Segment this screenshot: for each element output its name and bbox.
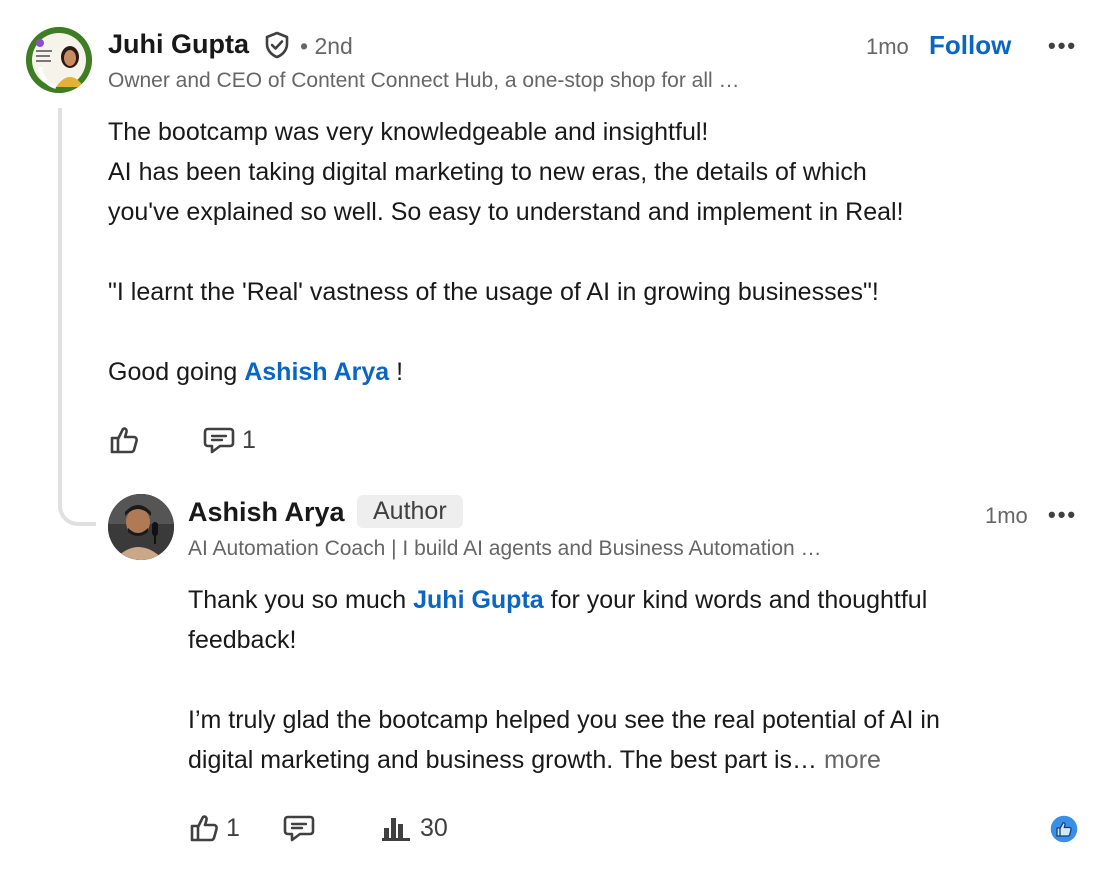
like-icon [190,815,218,842]
reply-author-name[interactable]: Ashish Arya [188,497,345,528]
like-icon[interactable] [108,424,140,461]
comment-more-icon[interactable]: ••• [1048,33,1077,59]
juhi-avatar[interactable] [26,27,92,93]
reply-line: digital marketing and business growth. T… [188,746,881,774]
analytics-icon [382,818,410,841]
follow-button[interactable]: Follow [929,30,1011,61]
mention-ashish-arya[interactable]: Ashish Arya [244,358,389,386]
comment-author-name[interactable]: Juhi Gupta [108,29,249,60]
reply-body: Thank you so much Juhi Gupta for your ki… [188,580,1088,780]
ashish-avatar[interactable] [108,494,174,560]
reply-count: 1 [242,425,256,454]
comment-author-headline[interactable]: Owner and CEO of Content Connect Hub, a … [108,69,740,93]
see-more-link[interactable]: more [824,746,881,774]
reaction-like-icon[interactable] [1049,814,1079,849]
impressions-count: 30 [420,813,448,842]
comment-line: "I learnt the 'Real' vastness of the usa… [108,278,879,306]
impressions-button[interactable]: 30 [380,812,448,844]
comment-time: 1mo [866,34,909,59]
reply-like-button[interactable]: 1 [188,812,240,844]
reply-more-icon[interactable]: ••• [1048,502,1077,528]
reply-line: Thank you so much Juhi Gupta for your ki… [188,586,928,614]
reply-line: feedback! [188,626,297,654]
reply-like-count: 1 [226,813,240,842]
reply-line: I’m truly glad the bootcamp helped you s… [188,706,940,734]
comment-icon [283,815,315,842]
reply-author-headline[interactable]: AI Automation Coach | I build AI agents … [188,537,822,561]
author-badge: Author [357,495,463,528]
reply-comment-button[interactable] [282,812,316,849]
comment-line: The bootcamp was very knowledgeable and … [108,118,709,146]
comment-line: Good going Ashish Arya ! [108,358,404,386]
thread-line [58,108,96,526]
comment-line: you've explained so well. So easy to und… [108,198,904,226]
reply-time: 1mo [985,503,1028,528]
verified-shield-icon [262,30,292,65]
connection-degree: • 2nd [300,33,353,59]
comment-icon [203,427,235,454]
comment-body: The bootcamp was very knowledgeable and … [108,112,1068,392]
comment-line: AI has been taking digital marketing to … [108,158,867,186]
mention-juhi-gupta[interactable]: Juhi Gupta [413,586,544,614]
comment-reply-button[interactable]: 1 [202,424,256,456]
